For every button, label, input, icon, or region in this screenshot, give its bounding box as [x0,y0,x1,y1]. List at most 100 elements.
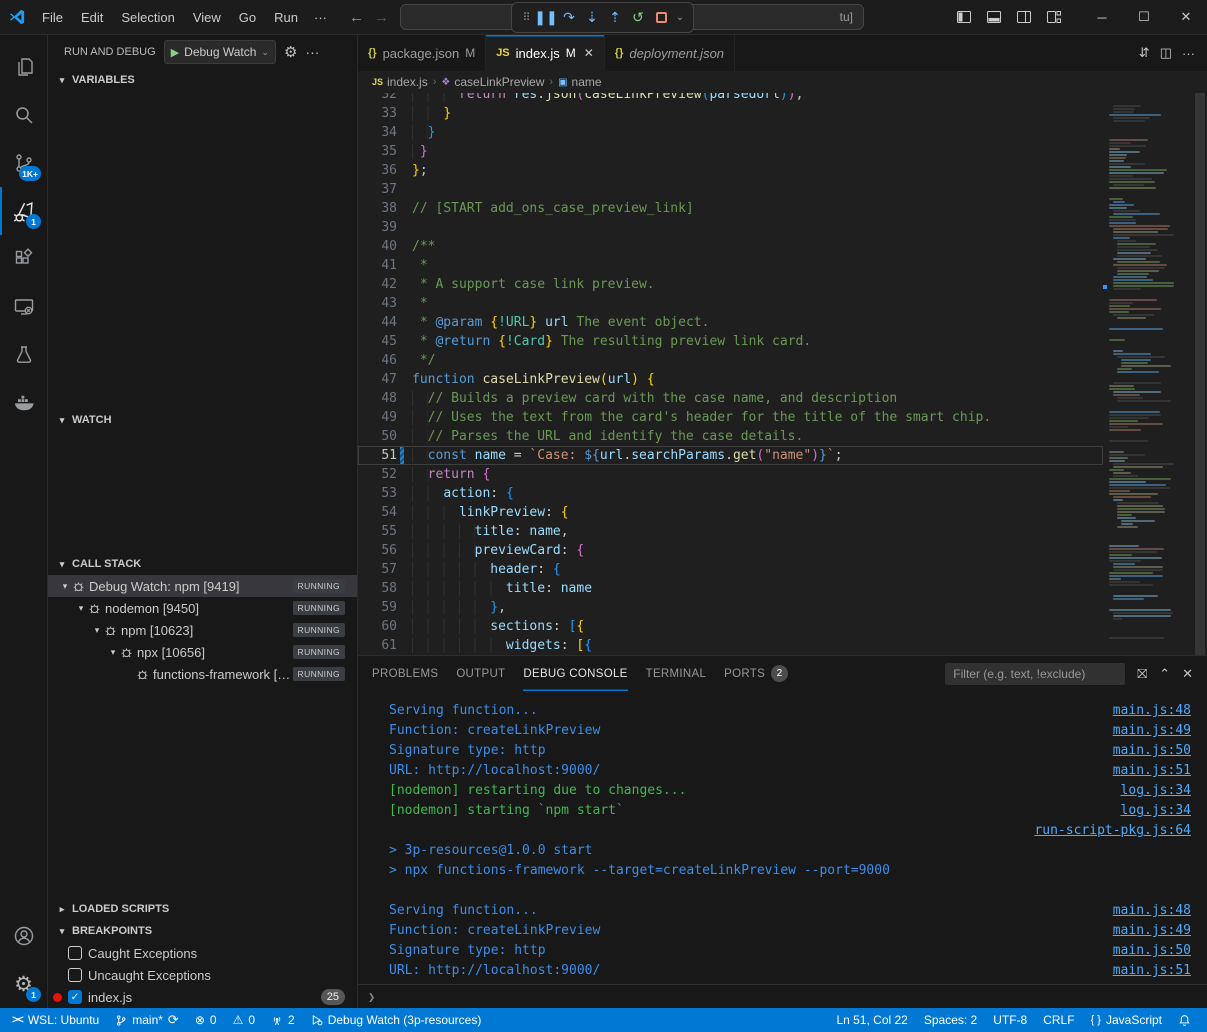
tab-package.json[interactable]: {}package.jsonM [358,35,486,71]
call-stack-row[interactable]: ▾npm [10623]RUNNING [48,619,357,641]
code-line[interactable]: 41 * [358,256,1103,275]
statusbar-crlf[interactable]: CRLF [1035,1008,1082,1032]
code-line[interactable]: 57 header: { [358,560,1103,579]
close-tab-icon[interactable]: ✕ [584,46,594,60]
toggle-secondary-sidebar-icon[interactable] [1011,5,1037,29]
start-debug-icon[interactable]: ▶ [171,46,179,59]
menu-go[interactable]: Go [231,7,264,28]
console-source-link[interactable]: main.js:49 [1113,923,1191,943]
activitybar-item-docker[interactable] [0,379,47,427]
code-line[interactable]: 43 * [358,294,1103,313]
call-stack-row[interactable]: ▾Debug Watch: npm [9419]RUNNING [48,575,357,597]
console-source-link[interactable]: main.js:48 [1113,903,1191,923]
code-line[interactable]: 39 [358,218,1103,237]
breakpoint-row[interactable]: Uncaught Exceptions [48,964,357,986]
restart-icon[interactable]: ↺ [628,6,648,30]
chevron-down-icon[interactable]: ▾ [90,625,104,636]
statusbar-0[interactable]: ⚠0 [225,1008,263,1032]
breakpoint-checkbox[interactable] [68,968,82,982]
nav-back-icon[interactable]: ← [349,9,364,26]
debug-settings-gear-icon[interactable]: ⚙ [284,43,297,61]
code-editor[interactable]: 32 return res.json(caseLinkPreview(parse… [358,93,1103,655]
code-line[interactable]: 38// [START add_ons_case_preview_link] [358,199,1103,218]
clear-console-icon[interactable]: ⛝ [1137,666,1147,682]
menu-overflow[interactable]: ··· [306,7,335,28]
code-line[interactable]: 46 */ [358,351,1103,370]
code-line[interactable]: 51 const name = `Case: ${url.searchParam… [358,446,1103,465]
console-source-link[interactable]: main.js:51 [1113,963,1191,983]
code-line[interactable]: 45 * @return {!Card} The resulting previ… [358,332,1103,351]
maximize-panel-icon[interactable]: ⌃ [1159,666,1170,682]
console-source-link[interactable]: log.js:34 [1121,783,1191,803]
statusbar-bell-icon[interactable] [1170,1008,1199,1032]
minimize-button[interactable]: ─ [1081,0,1123,35]
activitybar-item-explorer[interactable] [0,43,47,91]
code-line[interactable]: 33 } [358,104,1103,123]
breadcrumb-item[interactable]: ▣name [558,75,601,89]
debug-console-input[interactable]: ❯ [358,984,1207,1008]
console-filter-input[interactable]: Filter (e.g. text, !exclude) [945,663,1125,685]
console-source-link[interactable]: main.js:48 [1113,703,1191,723]
close-panel-icon[interactable]: ✕ [1182,666,1193,682]
drag-grip-icon[interactable]: ⠿ [519,6,533,30]
more-actions-icon[interactable]: ··· [1182,46,1195,61]
code-line[interactable]: 59 }, [358,598,1103,617]
close-button[interactable]: ✕ [1165,0,1207,35]
menu-file[interactable]: File [34,7,71,28]
minimap[interactable] [1103,93,1193,655]
customize-layout-icon[interactable] [1041,5,1067,29]
breakpoint-checkbox[interactable] [68,946,82,960]
step-over-icon[interactable]: ↷ [559,6,579,30]
section-loaded-scripts[interactable]: ▸ LOADED SCRIPTS [48,898,357,920]
activitybar-item-accounts[interactable] [0,912,47,960]
code-line[interactable]: 49 // Uses the text from the card's head… [358,408,1103,427]
chevron-down-icon[interactable]: ▾ [74,603,88,614]
activitybar-item-testing[interactable] [0,331,47,379]
statusbar-debug-watch-3p-resources-[interactable]: Debug Watch (3p-resources) [303,1008,490,1032]
call-stack-row[interactable]: functions-framework [106...RUNNING [48,663,357,685]
panel-tab-problems[interactable]: PROBLEMS [372,656,438,691]
statusbar-javascript[interactable]: { }JavaScript [1083,1008,1170,1032]
section-watch[interactable]: ▾ WATCH [48,409,357,431]
activitybar-item-extensions[interactable] [0,235,47,283]
statusbar-utf-8[interactable]: UTF-8 [985,1008,1035,1032]
code-line[interactable]: 60 sections: [{ [358,617,1103,636]
menu-selection[interactable]: Selection [113,7,182,28]
statusbar-0[interactable]: ⊗0 [187,1008,225,1032]
tab-deployment.json[interactable]: {}deployment.json [605,35,735,71]
activitybar-item-remote-explorer[interactable] [0,283,47,331]
sidebar-more-actions-icon[interactable]: ··· [305,44,319,60]
editor-scrollbar[interactable] [1193,93,1207,655]
activitybar-item-settings[interactable]: ⚙1 [0,960,47,1008]
debug-config-dropdown[interactable]: ▶ Debug Watch ⌄ [164,40,276,64]
chevron-down-icon[interactable]: ▾ [58,581,72,592]
menu-edit[interactable]: Edit [73,7,111,28]
call-stack-row[interactable]: ▾nodemon [9450]RUNNING [48,597,357,619]
console-source-link[interactable]: main.js:49 [1113,723,1191,743]
code-line[interactable]: 34 } [358,123,1103,142]
code-line[interactable]: 56 previewCard: { [358,541,1103,560]
section-breakpoints[interactable]: ▾ BREAKPOINTS [48,920,357,942]
statusbar-main-[interactable]: main*⟳ [107,1008,187,1032]
breakpoint-row[interactable]: Caught Exceptions [48,942,357,964]
code-line[interactable]: 55 title: name, [358,522,1103,541]
step-into-icon[interactable]: ⇣ [582,6,602,30]
code-line[interactable]: 58 title: name [358,579,1103,598]
split-editor-icon[interactable]: ◫ [1160,45,1172,61]
code-line[interactable]: 37 [358,180,1103,199]
console-source-link[interactable]: main.js:51 [1113,763,1191,783]
panel-tab-ports[interactable]: PORTS2 [724,656,788,691]
tab-index.js[interactable]: JSindex.jsM✕ [486,35,605,71]
chevron-down-icon[interactable]: ▾ [106,647,120,658]
section-call-stack[interactable]: ▾ CALL STACK [48,553,357,575]
pause-icon[interactable]: ❚❚ [536,6,556,30]
breakpoint-checkbox[interactable]: ✓ [68,990,82,1004]
activitybar-item-run-and-debug[interactable]: 1 [0,187,47,235]
code-line[interactable]: 50 // Parses the URL and identify the ca… [358,427,1103,446]
activitybar-item-source-control[interactable]: 1K+ [0,139,47,187]
menu-view[interactable]: View [185,7,229,28]
statusbar-2[interactable]: 2 [263,1008,303,1032]
breadcrumb-item[interactable]: JSindex.js [372,75,428,89]
breakpoint-row[interactable]: ✓index.js25 [48,986,357,1008]
console-source-link[interactable]: main.js:50 [1113,743,1191,763]
